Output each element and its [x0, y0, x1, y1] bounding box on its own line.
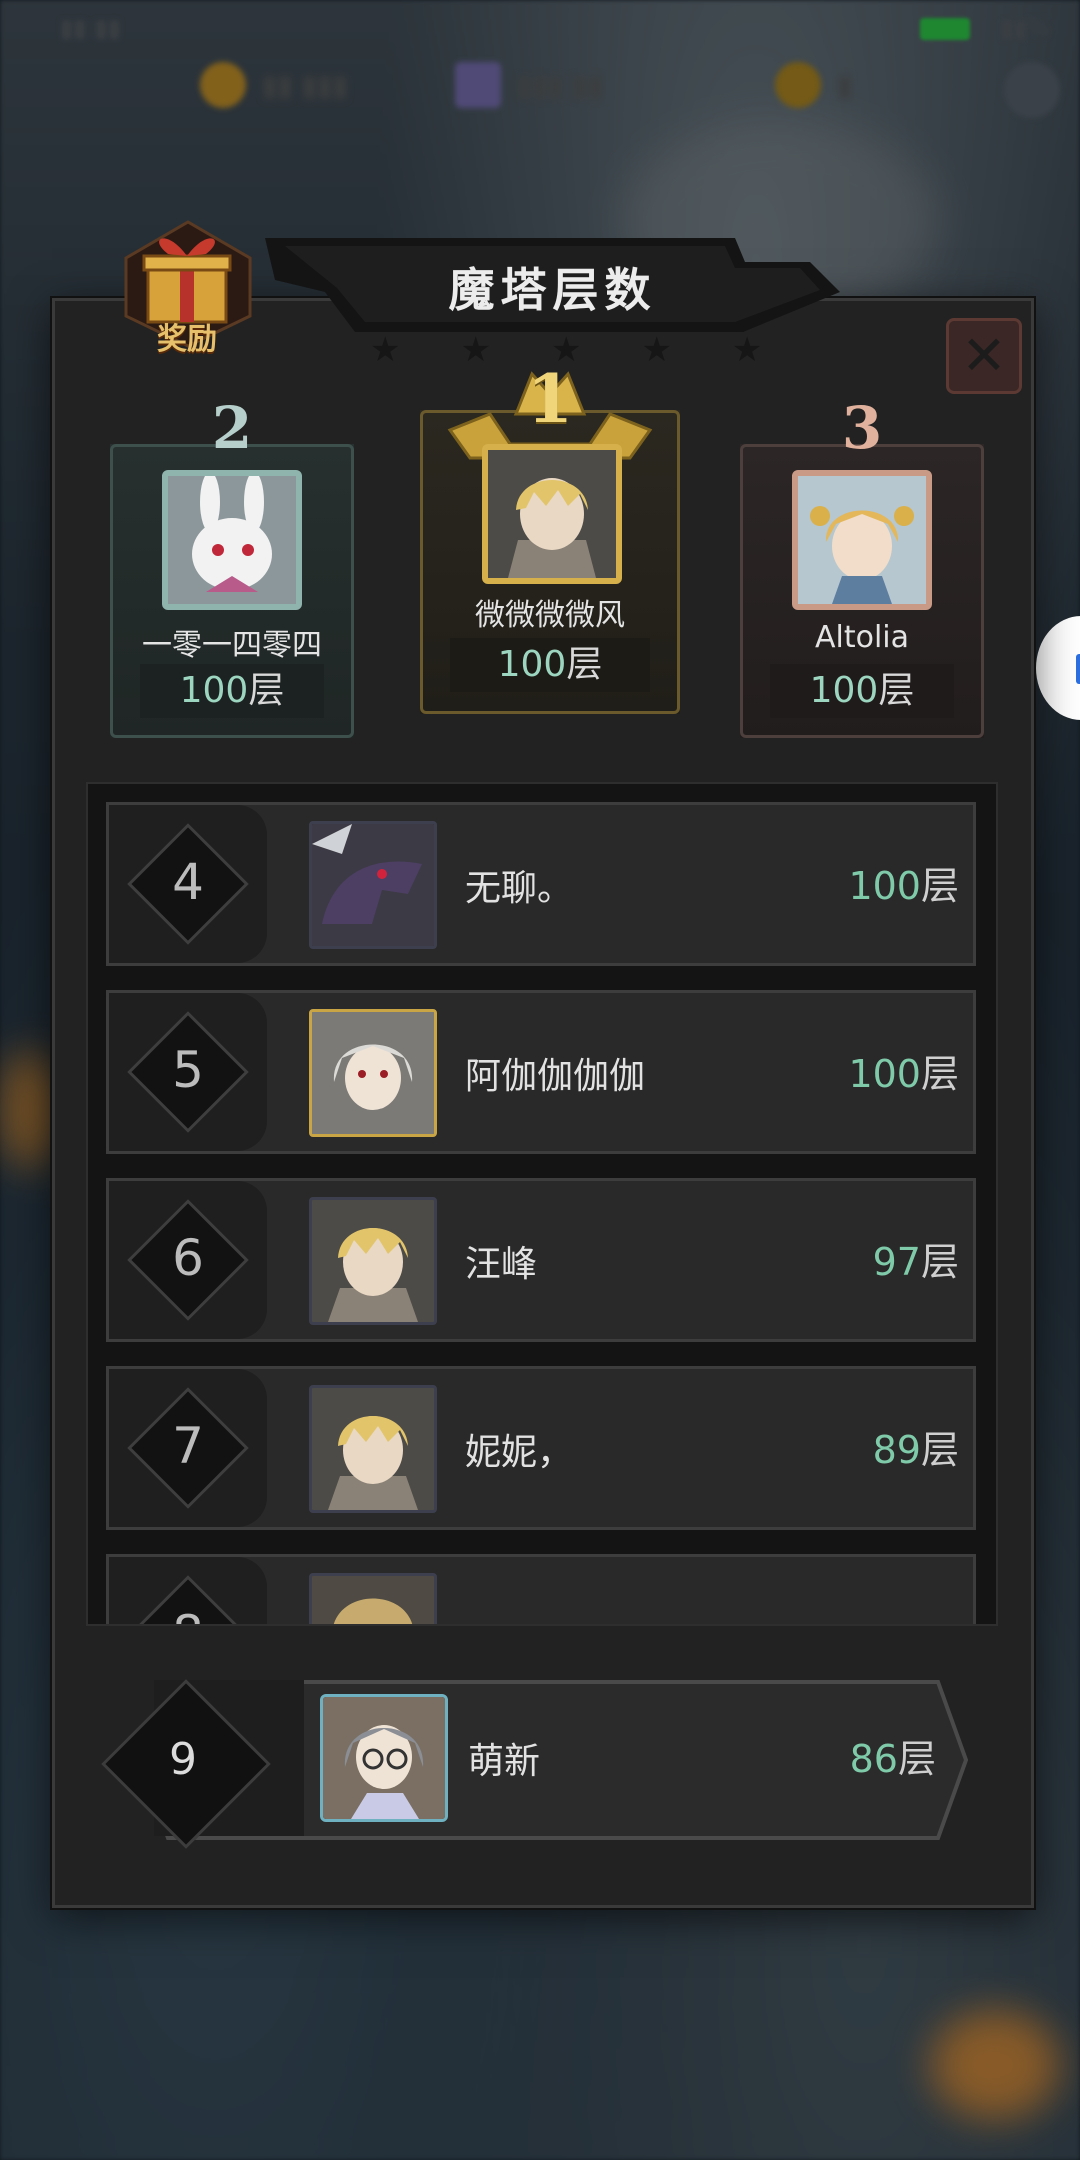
silver-hair-portrait-icon [312, 1012, 434, 1134]
podium-name: 一零一四零四 [142, 628, 322, 663]
dragon-portrait-icon [312, 824, 434, 946]
score-unit: 层 [920, 1428, 959, 1472]
podium-card-rank-2[interactable]: 2 一零一四零四 100层 [110, 394, 354, 738]
podium-score: 100层 [770, 664, 954, 718]
player-score: 100层 [848, 1043, 959, 1098]
player-score: 97层 [873, 1231, 959, 1286]
score-unit: 层 [897, 1737, 936, 1781]
score-unit: 层 [920, 1052, 959, 1096]
podium-score: 100层 [140, 664, 324, 718]
player-name: 阿伽伽伽伽 [465, 1056, 646, 1097]
score-value: 86 [849, 1737, 898, 1781]
rank-badge-3: 3 [841, 394, 883, 462]
player-name: 萌新 [468, 1741, 541, 1782]
list-item[interactable]: 8 [106, 1554, 976, 1624]
hooded-portrait-icon [312, 1576, 434, 1624]
score-value: 100 [809, 670, 879, 711]
score-unit: 层 [248, 670, 285, 711]
avatar [309, 1385, 437, 1513]
podium-card-rank-3[interactable]: 3 Altolia 100层 [740, 394, 984, 738]
blonde-hero-portrait-icon [488, 450, 616, 578]
list-item[interactable]: 4 无聊。 100层 [106, 802, 976, 966]
blonde-girl-portrait-icon [798, 476, 926, 604]
rank-number: 8 [109, 1605, 267, 1624]
score-unit: 层 [566, 644, 603, 685]
blonde-hero-portrait-icon [312, 1388, 434, 1510]
podium-score: 100层 [450, 638, 650, 692]
my-rank-row[interactable]: 9 萌新 86层 [98, 1676, 970, 1849]
avatar [792, 470, 932, 610]
rank-number: 5 [172, 1041, 204, 1099]
rank-number: 7 [172, 1417, 204, 1475]
player-name: 妮妮， [465, 1432, 574, 1473]
avatar [162, 470, 302, 610]
player-name: 汪峰 [465, 1244, 538, 1285]
close-button[interactable]: ✕ [946, 318, 1022, 394]
avatar [309, 1573, 437, 1624]
score-unit: 层 [920, 1240, 959, 1284]
player-score: 100层 [848, 855, 959, 910]
ranking-list[interactable]: 4 无聊。 100层 5 阿伽伽伽伽 100层 6 汪峰 97层 7 妮妮， 8… [86, 782, 998, 1626]
glasses-girl-portrait-icon [323, 1697, 445, 1819]
title-banner: 魔塔层数 [265, 232, 840, 340]
list-item[interactable]: 7 妮妮， 89层 [106, 1366, 976, 1530]
rabbit-portrait-icon [168, 476, 296, 604]
list-item[interactable]: 6 汪峰 97层 [106, 1178, 976, 1342]
score-value: 97 [872, 1240, 921, 1284]
score-value: 100 [497, 644, 567, 685]
score-value: 100 [848, 1052, 921, 1096]
rank-number: 4 [172, 853, 204, 911]
list-item[interactable]: 5 阿伽伽伽伽 100层 [106, 990, 976, 1154]
rank-badge-1: 1 [527, 360, 573, 438]
reward-label: 奖励 [157, 322, 217, 357]
rank-number: 6 [172, 1229, 204, 1287]
reward-gift-button[interactable]: 奖励 [112, 218, 262, 357]
player-name: 无聊。 [465, 868, 574, 909]
player-score: 89层 [873, 1419, 959, 1474]
score-unit: 层 [920, 864, 959, 908]
score-value: 100 [179, 670, 249, 711]
avatar [309, 821, 437, 949]
avatar [482, 444, 622, 584]
score-value: 100 [848, 864, 921, 908]
score-unit: 层 [878, 670, 915, 711]
score-value: 89 [872, 1428, 921, 1472]
rank-badge-2: 2 [211, 394, 253, 462]
podium-name: 微微微微风 [475, 598, 625, 633]
avatar [320, 1694, 448, 1822]
avatar [309, 1197, 437, 1325]
blonde-hero-portrait-icon [312, 1200, 434, 1322]
close-icon: ✕ [961, 324, 1007, 387]
rank-number: 9 [169, 1734, 197, 1785]
page-title: 魔塔层数 [448, 263, 657, 317]
avatar [309, 1009, 437, 1137]
podium-card-rank-1[interactable]: 1 微微微微风 100层 [420, 360, 680, 714]
player-score: 86层 [850, 1728, 936, 1783]
podium-name: Altolia [814, 620, 910, 655]
